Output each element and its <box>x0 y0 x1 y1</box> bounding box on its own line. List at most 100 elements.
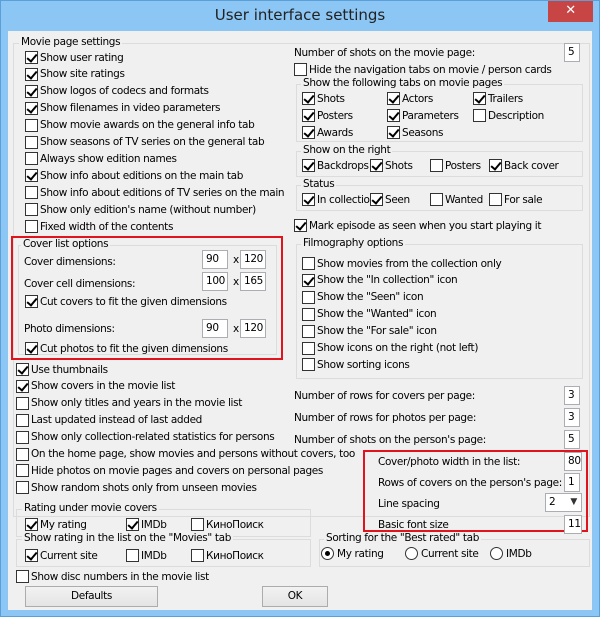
rows-covers-person-input[interactable]: 1 <box>564 473 580 492</box>
checkbox-box[interactable] <box>294 63 307 76</box>
cut-covers-checkbox[interactable]: Cut covers to fit the given dimensions <box>25 294 227 309</box>
movie-setting-checkbox[interactable]: Show info about editions of TV series on… <box>25 185 285 200</box>
list-setting-checkbox[interactable]: On the home page, show movies and person… <box>16 447 355 462</box>
checkbox-box[interactable] <box>387 109 400 122</box>
movie-setting-checkbox[interactable]: Show info about editions on the main tab <box>25 168 243 183</box>
movie-setting-checkbox[interactable]: Show only edition's name (without number… <box>25 202 256 217</box>
filmography-checkbox[interactable]: Show the "For sale" icon <box>302 324 437 339</box>
movie-tab-checkbox[interactable]: Trailers <box>473 91 523 106</box>
filmography-checkbox[interactable]: Show the "Seen" icon <box>302 290 424 305</box>
list-setting-checkbox[interactable]: Show only titles and years in the movie … <box>16 396 242 411</box>
radio-button[interactable] <box>490 547 503 560</box>
cover-photo-width-input[interactable]: 80 <box>564 452 582 471</box>
checkbox-box[interactable] <box>25 152 38 166</box>
checkbox-box[interactable] <box>25 169 38 183</box>
status-checkbox[interactable]: For sale <box>489 192 543 207</box>
photo-width-input[interactable]: 90 <box>202 319 228 338</box>
checkbox-box[interactable] <box>370 159 383 172</box>
status-checkbox[interactable]: Wanted <box>430 192 483 207</box>
ok-button[interactable]: OK <box>262 586 328 607</box>
movie-setting-checkbox[interactable]: Show logos of codecs and formats <box>25 84 209 99</box>
checkbox-box[interactable] <box>16 570 29 583</box>
movie-tab-checkbox[interactable]: Parameters <box>387 108 459 123</box>
checkbox-box[interactable] <box>25 101 38 115</box>
rating-in-list-checkbox[interactable]: IMDb <box>126 548 167 563</box>
checkbox-box[interactable] <box>16 464 29 478</box>
filmography-checkbox[interactable]: Show the "In collection" icon <box>302 273 458 288</box>
movie-setting-checkbox[interactable]: Always show edition names <box>25 151 177 166</box>
radio-button[interactable] <box>321 547 334 560</box>
checkbox-box[interactable] <box>126 549 139 562</box>
rating-in-list-checkbox[interactable]: КиноПоиск <box>191 548 264 563</box>
checkbox-box[interactable] <box>302 193 315 206</box>
movie-tab-checkbox[interactable]: Description <box>473 108 544 123</box>
checkbox-box[interactable] <box>25 118 38 132</box>
movie-setting-checkbox[interactable]: Show filenames in video parameters <box>25 101 221 116</box>
filmography-checkbox[interactable]: Show sorting icons <box>302 357 410 372</box>
filmography-checkbox[interactable]: Show movies from the collection only <box>302 256 502 271</box>
radio-option[interactable]: My rating <box>321 547 384 560</box>
checkbox-box[interactable] <box>191 518 204 531</box>
checkbox-box[interactable] <box>16 379 29 393</box>
show-on-right-checkbox[interactable]: Shots <box>370 158 413 173</box>
checkbox-box[interactable] <box>473 92 486 105</box>
filmography-checkbox[interactable]: Show icons on the right (not left) <box>302 341 478 356</box>
chevron-down-icon[interactable]: ▼ <box>570 495 577 510</box>
hide-nav-tabs-checkbox[interactable]: Hide the navigation tabs on movie / pers… <box>294 62 552 77</box>
cover-cell-width-input[interactable]: 100 <box>202 272 228 291</box>
checkbox-box[interactable] <box>16 447 29 461</box>
checkbox-box[interactable] <box>126 518 139 531</box>
checkbox-box[interactable] <box>302 126 315 139</box>
checkbox-box[interactable] <box>16 413 29 427</box>
checkbox-box[interactable] <box>302 358 315 372</box>
checkbox-box[interactable] <box>16 363 29 376</box>
rating-in-list-checkbox[interactable]: Current site <box>25 548 98 563</box>
list-setting-checkbox[interactable]: Hide photos on movie pages and covers on… <box>16 463 323 478</box>
checkbox-box[interactable] <box>302 341 315 355</box>
checkbox-box[interactable] <box>302 290 315 304</box>
checkbox-box[interactable] <box>387 92 400 105</box>
list-setting-checkbox[interactable]: Use thumbnails <box>16 362 108 377</box>
checkbox-box[interactable] <box>25 295 38 308</box>
list-setting-checkbox[interactable]: Show random shots only from unseen movie… <box>16 480 257 495</box>
cut-photos-checkbox[interactable]: Cut photos to fit the given dimensions <box>25 341 228 356</box>
checkbox-box[interactable] <box>25 135 38 149</box>
cover-height-input[interactable]: 120 <box>240 250 266 269</box>
checkbox-box[interactable] <box>25 203 38 217</box>
checkbox-box[interactable] <box>25 518 38 531</box>
mark-episode-checkbox[interactable]: Mark episode as seen when you start play… <box>294 218 541 233</box>
checkbox-box[interactable] <box>430 193 443 206</box>
checkbox-box[interactable] <box>430 159 443 172</box>
movie-tab-checkbox[interactable]: Actors <box>387 91 433 106</box>
checkbox-box[interactable] <box>294 219 307 232</box>
movie-setting-checkbox[interactable]: Show user rating <box>25 50 124 65</box>
checkbox-box[interactable] <box>25 67 38 81</box>
list-setting-checkbox[interactable]: Show covers in the movie list <box>16 379 175 394</box>
checkbox-box[interactable] <box>25 51 38 64</box>
checkbox-box[interactable] <box>25 220 38 233</box>
movie-setting-checkbox[interactable]: Show seasons of TV series on the general… <box>25 135 265 150</box>
checkbox-box[interactable] <box>25 186 38 200</box>
movie-tab-checkbox[interactable]: Awards <box>302 125 353 140</box>
checkbox-box[interactable] <box>302 92 315 105</box>
checkbox-box[interactable] <box>302 257 315 270</box>
radio-button[interactable] <box>405 547 418 560</box>
radio-option[interactable]: IMDb <box>490 547 532 560</box>
rating-under-covers-checkbox[interactable]: КиноПоиск <box>191 517 264 532</box>
checkbox-box[interactable] <box>25 549 38 562</box>
show-on-right-checkbox[interactable]: Backdrops <box>302 158 369 173</box>
checkbox-box[interactable] <box>302 324 315 338</box>
status-checkbox[interactable]: In collection <box>302 192 376 207</box>
movie-setting-checkbox[interactable]: Fixed width of the contents <box>25 219 173 234</box>
movie-setting-checkbox[interactable]: Show movie awards on the general info ta… <box>25 118 255 133</box>
basic-font-size-input[interactable]: 11 <box>564 515 582 534</box>
checkbox-box[interactable] <box>302 109 315 122</box>
checkbox-box[interactable] <box>16 396 29 410</box>
checkbox-box[interactable] <box>473 109 486 122</box>
checkbox-box[interactable] <box>489 193 502 206</box>
show-on-right-checkbox[interactable]: Posters <box>430 158 481 173</box>
movie-tab-checkbox[interactable]: Shots <box>302 91 345 106</box>
checkbox-box[interactable] <box>302 273 315 287</box>
movie-tab-checkbox[interactable]: Seasons <box>387 125 443 140</box>
show-on-right-checkbox[interactable]: Back cover <box>489 158 559 173</box>
